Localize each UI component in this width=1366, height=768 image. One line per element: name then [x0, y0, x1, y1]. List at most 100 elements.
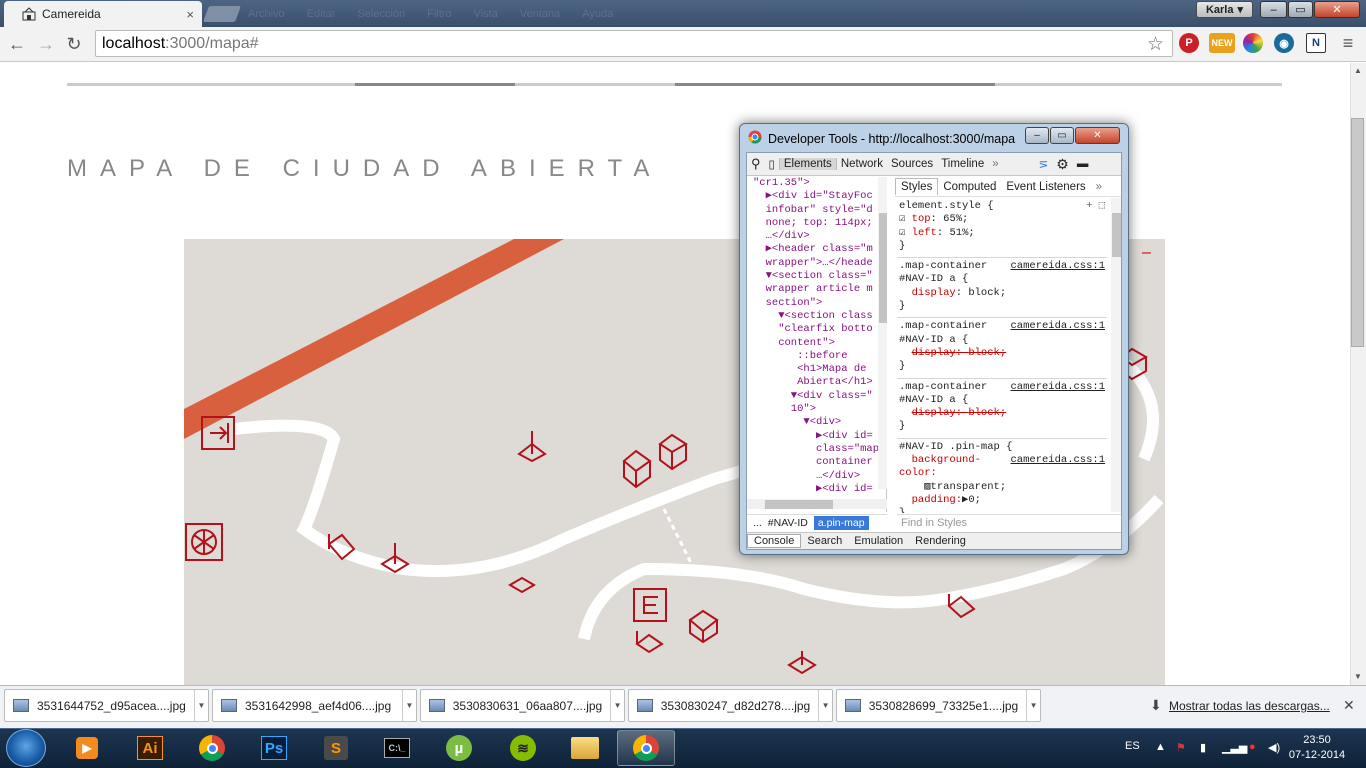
dom-node-line[interactable]: ▼<div class="	[747, 390, 886, 403]
download-item[interactable]: 3531642998_aef4d06....jpg ▼	[212, 689, 417, 722]
color-picker-icon[interactable]	[1243, 33, 1263, 53]
show-all-downloads-link[interactable]: Mostrar todas las descargas...	[1169, 699, 1330, 713]
spotify-icon[interactable]: ≋	[494, 730, 552, 766]
devtools-maximize-button[interactable]: ▭	[1050, 127, 1074, 144]
inspect-icon[interactable]: ⚲	[747, 156, 765, 172]
terminal-icon[interactable]: C:\_	[368, 730, 426, 766]
elements-hscroll-thumb[interactable]	[765, 500, 833, 509]
devtools-minimize-button[interactable]: –	[1025, 127, 1049, 144]
prop-checkbox[interactable]: ☑	[899, 227, 905, 239]
back-button[interactable]: ←	[6, 33, 28, 55]
dom-node-line[interactable]: Abierta</h1>	[747, 376, 886, 389]
dom-node-line[interactable]: …</div>	[747, 230, 886, 243]
dom-node-line[interactable]: ▼<section class	[747, 310, 886, 323]
chevron-down-icon[interactable]: ▼	[818, 690, 832, 721]
language-indicator[interactable]: ES	[1125, 740, 1140, 752]
dom-node-line[interactable]: …</div>	[747, 470, 886, 483]
dom-node-line[interactable]: none; top: 114px;	[747, 217, 886, 230]
app-tray-icon[interactable]: ●	[1249, 741, 1256, 753]
battery-icon[interactable]: ▮	[1200, 741, 1206, 754]
console-drawer-icon[interactable]: ⋝	[1035, 157, 1053, 171]
chevron-down-icon[interactable]: ▼	[402, 690, 416, 721]
dom-node-line[interactable]: ▼<div>	[747, 416, 886, 429]
media-player-icon[interactable]: ▶	[58, 730, 116, 766]
clock[interactable]: 23:50 07-12-2014	[1282, 733, 1352, 763]
chrome-menu-icon[interactable]: ≡	[1338, 33, 1358, 53]
new-extension-icon[interactable]: NEW	[1209, 33, 1235, 53]
dom-node-line[interactable]: <h1>Mapa de	[747, 363, 886, 376]
devtools-titlebar[interactable]: Developer Tools - http://localhost:3000/…	[748, 130, 1015, 147]
map-zoom-out-button[interactable]: –	[1142, 244, 1151, 262]
dom-node-line[interactable]: wrapper article m	[747, 283, 886, 296]
sublime-icon[interactable]: S	[307, 730, 365, 766]
tab-more[interactable]: »	[988, 158, 1002, 170]
bookmark-star-icon[interactable]: ☆	[1147, 33, 1164, 56]
download-item[interactable]: 3530830631_06aa807....jpg ▼	[420, 689, 625, 722]
dom-node-line[interactable]: ▶<header class="m	[747, 243, 886, 256]
settings-gear-icon[interactable]: ⚙	[1052, 156, 1073, 173]
dom-node-line[interactable]: ▼<section class="	[747, 270, 886, 283]
rule-source-link[interactable]: camereida.css:1	[1010, 454, 1105, 467]
close-window-button[interactable]: ✕	[1314, 1, 1360, 18]
dom-node-line[interactable]: "cr1.35">	[747, 177, 886, 190]
download-item[interactable]: 3530830247_d82d278....jpg ▼	[628, 689, 833, 722]
drawer-tab-search[interactable]: Search	[801, 535, 848, 547]
globe-extension-icon[interactable]: ◉	[1274, 33, 1294, 53]
rule-source-link[interactable]: camereida.css:1	[1010, 381, 1105, 394]
dom-node-line[interactable]: ▶<div id=	[747, 430, 886, 443]
network-warning-icon[interactable]: ⚑	[1176, 741, 1186, 754]
scroll-down-icon[interactable]: ▼	[1354, 672, 1362, 681]
dom-node-line[interactable]: 10">	[747, 403, 886, 416]
prop-value[interactable]: block;	[968, 287, 1006, 299]
drawer-tab-console[interactable]: Console	[747, 534, 802, 548]
signal-icon[interactable]: ▁▃▅	[1222, 741, 1247, 754]
elements-tree[interactable]: "cr1.35"> ▶<div id="StayFoc infobar" sty…	[747, 177, 887, 512]
forward-button[interactable]: →	[35, 33, 57, 55]
volume-icon[interactable]: ◀)	[1268, 741, 1280, 754]
device-mode-icon[interactable]: ▯	[765, 157, 779, 171]
rule-source-link[interactable]: camereida.css:1	[1010, 320, 1105, 333]
dom-node-line[interactable]: content">	[747, 337, 886, 350]
prop-value[interactable]: transparent;	[931, 481, 1007, 493]
dom-node-line[interactable]: ▶<div id=	[747, 483, 886, 496]
n-extension-icon[interactable]: N	[1306, 33, 1326, 53]
dom-node-line[interactable]: class="map	[747, 443, 886, 456]
dom-node-line[interactable]: ::before	[747, 350, 886, 363]
chevron-down-icon[interactable]: ▼	[1026, 690, 1040, 721]
subtab-computed[interactable]: Computed	[938, 179, 1001, 195]
new-tab-button[interactable]	[203, 6, 241, 22]
drawer-tab-rendering[interactable]: Rendering	[909, 535, 972, 547]
tab-camereida[interactable]: Camereida ×	[4, 1, 202, 27]
dom-node-line[interactable]: wrapper">…</heade	[747, 257, 886, 270]
prop-value-overridden[interactable]: block;	[968, 347, 1006, 359]
styles-vscroll-thumb[interactable]	[1112, 213, 1121, 257]
maximize-button[interactable]: ▭	[1288, 1, 1313, 18]
breadcrumb-item[interactable]: #NAV-ID	[768, 517, 808, 529]
tab-close-icon[interactable]: ×	[186, 7, 194, 22]
pinterest-icon[interactable]: P	[1179, 33, 1199, 53]
illustrator-icon[interactable]: Ai	[121, 730, 179, 766]
dock-icon[interactable]: ▬	[1073, 158, 1093, 170]
page-scroll-thumb[interactable]	[1351, 118, 1364, 347]
chevron-down-icon[interactable]: ▼	[610, 690, 624, 721]
utorrent-icon[interactable]: µ	[430, 730, 488, 766]
subtab-event-listeners[interactable]: Event Listeners	[1001, 179, 1090, 195]
download-item[interactable]: 3530828699_73325e1....jpg ▼	[836, 689, 1041, 722]
prop-value[interactable]: 51%;	[949, 227, 974, 239]
elements-vscroll-thumb[interactable]	[879, 213, 887, 323]
address-bar[interactable]: localhost:3000/mapa#	[95, 30, 1173, 57]
subtab-styles[interactable]: Styles	[895, 178, 939, 195]
photoshop-icon[interactable]: Ps	[245, 730, 303, 766]
dom-node-line[interactable]: ▶<div id="StayFoc	[747, 190, 886, 203]
dom-node-line[interactable]: section">	[747, 297, 886, 310]
close-downloads-icon[interactable]: ✕	[1343, 697, 1355, 714]
devtools-window[interactable]: Developer Tools - http://localhost:3000/…	[739, 123, 1129, 555]
profile-button[interactable]: Karla ▾	[1196, 1, 1253, 18]
dom-node-line[interactable]: container	[747, 456, 886, 469]
scroll-up-icon[interactable]: ▲	[1354, 66, 1362, 75]
find-in-styles-input[interactable]: Find in Styles	[897, 514, 1121, 530]
reload-button[interactable]: ↻	[63, 33, 85, 55]
chrome-active-icon[interactable]	[617, 730, 675, 766]
drawer-tab-emulation[interactable]: Emulation	[848, 535, 909, 547]
download-item[interactable]: 3531644752_d95acea....jpg ▼	[4, 689, 209, 722]
